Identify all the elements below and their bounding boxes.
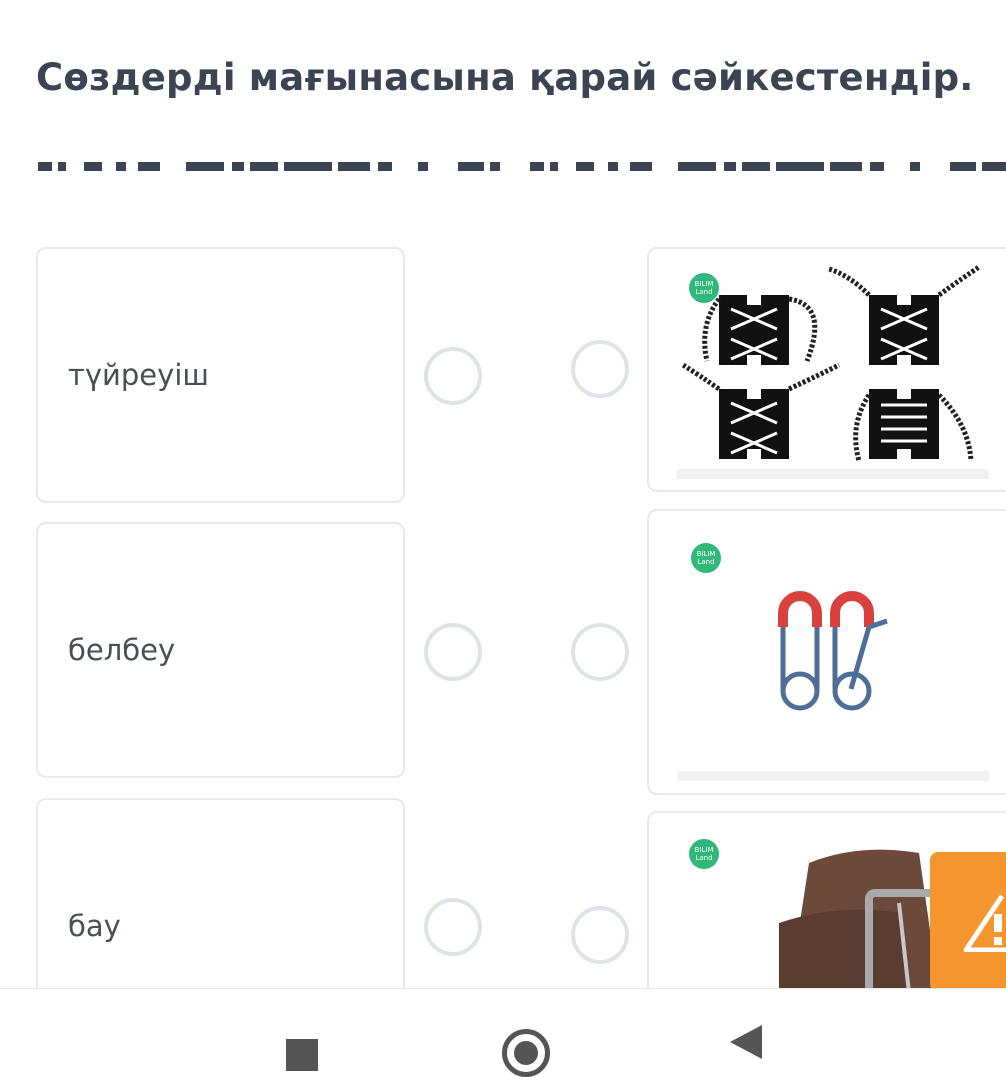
bilimland-logo: BILIM Land <box>689 839 719 869</box>
word-3-connector-radio[interactable] <box>424 898 482 956</box>
warning-triangle-icon <box>963 894 1006 952</box>
home-circle-icon[interactable] <box>502 1029 550 1077</box>
word-label: түйреуіш <box>68 358 209 392</box>
word-card-1[interactable]: түйреуіш <box>36 247 405 503</box>
system-navigation-bar <box>0 988 1006 1077</box>
image-card-safety-pins[interactable]: BILIM Land <box>647 509 1006 795</box>
image-1-connector-radio[interactable] <box>571 340 629 398</box>
image-3-connector-radio[interactable] <box>571 906 629 964</box>
safety-pins-image <box>778 591 888 711</box>
image-card-shoelaces[interactable]: BILIM Land <box>647 247 1006 492</box>
image-bottom-bar <box>677 469 989 479</box>
word-label: бау <box>68 909 121 943</box>
word-card-2[interactable]: белбеу <box>36 522 405 778</box>
image-2-connector-radio[interactable] <box>571 623 629 681</box>
bilimland-logo: BILIM Land <box>691 543 721 573</box>
decorative-dashed-divider <box>38 162 1006 171</box>
report-warning-button[interactable] <box>930 852 1006 992</box>
recents-square-icon[interactable] <box>286 1039 318 1071</box>
word-label: белбеу <box>68 633 176 667</box>
word-1-connector-radio[interactable] <box>424 347 482 405</box>
word-2-connector-radio[interactable] <box>424 623 482 681</box>
question-title: Сөздерді мағынасына қарай сәйкестендір. <box>36 56 974 99</box>
back-triangle-icon[interactable] <box>730 1025 762 1059</box>
image-bottom-bar <box>677 771 989 781</box>
shoelace-patterns-image <box>681 265 981 462</box>
